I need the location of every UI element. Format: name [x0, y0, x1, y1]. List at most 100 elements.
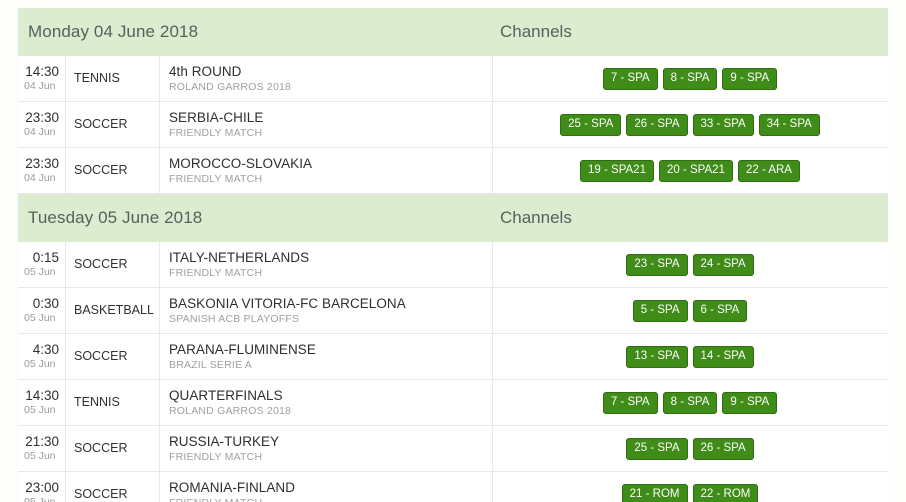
event-channels-cell: 21 - ROM 22 - ROM: [493, 472, 888, 502]
event-sport-cell: SOCCER: [66, 426, 160, 471]
event-channels-cell: 25 - SPA 26 - SPA: [493, 426, 888, 471]
day-header-channels-label: Channels: [500, 208, 572, 227]
event-time-cell: 23:30 04 Jun: [18, 148, 66, 193]
event-sport: BASKETBALL: [74, 303, 154, 317]
event-time-cell: 0:30 05 Jun: [18, 288, 66, 333]
channel-badge[interactable]: 14 - SPA: [692, 345, 754, 368]
event-competition: FRIENDLY MATCH: [169, 172, 263, 185]
channel-badge[interactable]: 34 - SPA: [758, 113, 820, 136]
channel-badge[interactable]: 26 - SPA: [626, 113, 688, 136]
event-competition: FRIENDLY MATCH: [169, 266, 263, 279]
event-detail-cell: ITALY-NETHERLANDS FRIENDLY MATCH: [160, 242, 493, 287]
event-sport: SOCCER: [74, 441, 128, 455]
channel-badge[interactable]: 6 - SPA: [692, 299, 748, 322]
event-time-cell: 23:00 05 Jun: [18, 472, 66, 502]
event-title: ITALY-NETHERLANDS: [169, 249, 310, 265]
table-row[interactable]: 0:15 05 Jun SOCCER ITALY-NETHERLANDS FRIENDL…: [18, 242, 888, 288]
event-sport-cell: SOCCER: [66, 334, 160, 379]
event-detail-cell: MOROCCO-SLOVAKIA FRIENDLY MATCH: [160, 148, 493, 193]
table-row[interactable]: 4:30 05 Jun SOCCER PARANA-FLUMINENSE BRAZIL …: [18, 334, 888, 380]
event-sport-cell: SOCCER: [66, 472, 160, 502]
event-channels-cell: 23 - SPA 24 - SPA: [493, 242, 888, 287]
channel-badge[interactable]: 20 - SPA21: [658, 159, 733, 182]
channel-badge[interactable]: 22 - ARA: [737, 159, 800, 182]
event-time: 23:00: [25, 480, 59, 495]
event-competition: SPANISH ACB PLAYOFFS: [169, 312, 300, 325]
event-title: QUARTERFINALS: [169, 387, 283, 403]
event-time: 0:30: [32, 296, 59, 311]
event-time: 23:30: [25, 156, 59, 171]
event-sport: SOCCER: [74, 349, 128, 363]
schedule-table: Monday 04 June 2018 Channels 14:30 04 Jun TE…: [18, 8, 888, 502]
event-sport-cell: TENNIS: [66, 56, 160, 101]
event-time-cell: 14:30 05 Jun: [18, 380, 66, 425]
table-row[interactable]: 14:30 05 Jun TENNIS QUARTERFINALS ROLAND GAR…: [18, 380, 888, 426]
event-time: 4:30: [32, 342, 59, 357]
event-competition: BRAZIL SERIE A: [169, 358, 252, 371]
event-detail-cell: 4th ROUND ROLAND GARROS 2018: [160, 56, 493, 101]
event-title: ROMANIA-FINLAND: [169, 479, 296, 495]
channel-badge[interactable]: 24 - SPA: [692, 253, 754, 276]
channel-badge[interactable]: 8 - SPA: [662, 391, 718, 414]
event-sport-cell: TENNIS: [66, 380, 160, 425]
event-date: 05 Jun: [24, 450, 56, 462]
table-row[interactable]: 0:30 05 Jun BASKETBALL BASKONIA VITORIA-FC …: [18, 288, 888, 334]
day-header: Tuesday 05 June 2018 Channels: [18, 194, 888, 242]
event-detail-cell: PARANA-FLUMINENSE BRAZIL SERIE A: [160, 334, 493, 379]
event-competition: ROLAND GARROS 2018: [169, 404, 292, 417]
event-title: PARANA-FLUMINENSE: [169, 341, 316, 357]
event-title: SERBIA-CHILE: [169, 109, 264, 125]
event-time: 14:30: [25, 64, 59, 79]
schedule-page: Monday 04 June 2018 Channels 14:30 04 Jun TE…: [0, 0, 906, 502]
day-header-date: Tuesday 05 June 2018: [28, 208, 203, 227]
event-detail-cell: RUSSIA-TURKEY FRIENDLY MATCH: [160, 426, 493, 471]
channel-badge[interactable]: 7 - SPA: [602, 391, 658, 414]
channel-badge[interactable]: 5 - SPA: [632, 299, 688, 322]
day-header-channels-label: Channels: [500, 22, 572, 41]
day-events: 0:15 05 Jun SOCCER ITALY-NETHERLANDS FRIENDL…: [18, 242, 888, 502]
event-channels-cell: 13 - SPA 14 - SPA: [493, 334, 888, 379]
channel-badge[interactable]: 26 - SPA: [692, 437, 754, 460]
table-row[interactable]: 14:30 04 Jun TENNIS 4th ROUND ROLAND GARROS …: [18, 56, 888, 102]
channel-badge[interactable]: 25 - SPA: [560, 113, 622, 136]
event-time-cell: 4:30 05 Jun: [18, 334, 66, 379]
event-time: 23:30: [25, 110, 59, 125]
channel-badge[interactable]: 22 - ROM: [692, 483, 759, 502]
channel-badge[interactable]: 21 - ROM: [621, 483, 688, 502]
channel-badge[interactable]: 19 - SPA21: [580, 159, 654, 182]
event-date: 04 Jun: [24, 126, 56, 138]
event-detail-cell: BASKONIA VITORIA-FC BARCELONA SPANISH ACB…: [160, 288, 493, 333]
channel-badge[interactable]: 25 - SPA: [626, 437, 688, 460]
event-date: 05 Jun: [24, 496, 56, 502]
table-row[interactable]: 23:0005 Jun SOCCER ROMANIA-FINLANDFRIENDLY…: [18, 472, 888, 502]
table-row[interactable]: 21:30 05 Jun SOCCER RUSSIA-TURKEY FRIENDLY M…: [18, 426, 888, 472]
event-time: 14:30: [25, 388, 59, 403]
event-time-cell: 14:30 04 Jun: [18, 56, 66, 101]
channel-badge[interactable]: 8 - SPA: [662, 67, 718, 90]
table-row[interactable]: 23:30 04 Jun SOCCER SERBIA-CHILE FRIENDLY MA…: [18, 102, 888, 148]
event-competition: FRIENDLY MATCH: [169, 450, 263, 463]
event-title: RUSSIA-TURKEY: [169, 433, 280, 449]
event-date: 05 Jun: [24, 266, 56, 278]
event-sport: TENNIS: [74, 395, 120, 409]
channel-badge[interactable]: 9 - SPA: [722, 67, 778, 90]
event-detail-cell: ROMANIA-FINLANDFRIENDLY MATCH: [160, 472, 493, 502]
channel-badge[interactable]: 23 - SPA: [626, 253, 688, 276]
event-title: BASKONIA VITORIA-FC BARCELONA: [169, 295, 406, 311]
event-sport-cell: SOCCER: [66, 102, 160, 147]
day-events: 14:30 04 Jun TENNIS 4th ROUND ROLAND GARROS …: [18, 56, 888, 194]
channel-badge[interactable]: 13 - SPA: [626, 345, 688, 368]
event-time-cell: 23:30 04 Jun: [18, 102, 66, 147]
event-time-cell: 21:30 05 Jun: [18, 426, 66, 471]
table-row[interactable]: 23:30 04 Jun SOCCER MOROCCO-SLOVAKIA FRIENDL…: [18, 148, 888, 194]
event-channels-cell: 7 - SPA 8 - SPA 9 - SPA: [493, 56, 888, 101]
channel-badge[interactable]: 9 - SPA: [722, 391, 778, 414]
event-sport-cell: SOCCER: [66, 242, 160, 287]
day-header-date: Monday 04 June 2018: [28, 22, 199, 41]
event-detail-cell: QUARTERFINALS ROLAND GARROS 2018: [160, 380, 493, 425]
event-title: 4th ROUND: [169, 63, 242, 79]
event-time: 0:15: [32, 250, 59, 265]
event-competition: FRIENDLY MATCH: [169, 496, 484, 502]
channel-badge[interactable]: 33 - SPA: [692, 113, 754, 136]
channel-badge[interactable]: 7 - SPA: [602, 67, 658, 90]
